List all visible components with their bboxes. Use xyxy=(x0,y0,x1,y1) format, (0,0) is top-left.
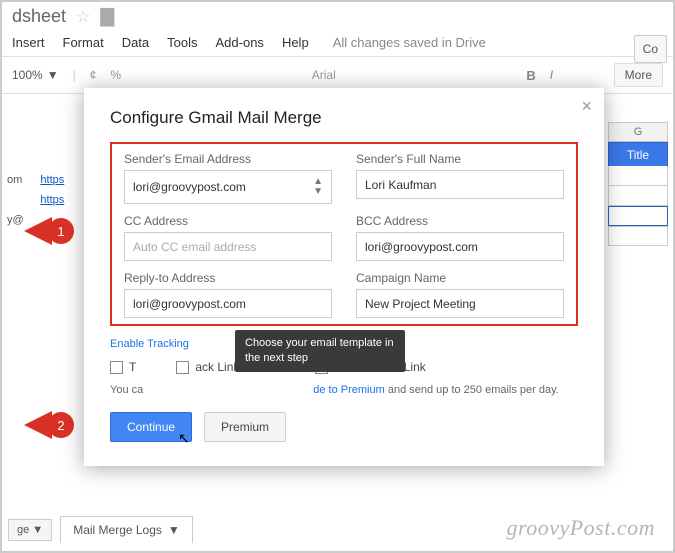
track-clicks-checkbox[interactable] xyxy=(176,361,189,374)
menu-data[interactable]: Data xyxy=(122,35,149,50)
menu-format[interactable]: Format xyxy=(63,35,104,50)
chevron-updown-icon: ▲▼ xyxy=(313,177,323,197)
menu-tools[interactable]: Tools xyxy=(167,35,197,50)
callout-1: 1 xyxy=(24,217,74,245)
doc-title[interactable]: dsheet xyxy=(12,6,66,27)
cell[interactable] xyxy=(608,226,668,246)
sender-email-label: Sender's Email Address xyxy=(124,152,332,166)
cc-label: CC Address xyxy=(124,214,332,228)
watermark: groovyPost.com xyxy=(506,515,655,541)
menu-bar: Insert Format Data Tools Add-ons Help Al… xyxy=(2,27,673,57)
title-column-header: Title xyxy=(608,142,668,168)
selected-cell[interactable] xyxy=(608,206,668,226)
track-opens-checkbox[interactable] xyxy=(110,361,123,374)
cell-link[interactable]: https xyxy=(40,194,64,206)
cursor-icon: ↖ xyxy=(178,430,190,447)
percent-icon[interactable]: % xyxy=(110,68,121,82)
cell-text: om xyxy=(7,174,22,186)
premium-button[interactable]: Premium xyxy=(204,412,286,442)
bold-button[interactable]: B xyxy=(526,68,535,83)
currency-icon[interactable]: ¢ xyxy=(90,68,97,82)
comments-button[interactable]: Co xyxy=(634,35,667,63)
cell[interactable] xyxy=(608,186,668,206)
reply-to-label: Reply-to Address xyxy=(124,271,332,285)
font-select[interactable]: Arial xyxy=(312,68,336,82)
italic-button[interactable]: I xyxy=(550,68,553,82)
star-icon[interactable]: ☆ xyxy=(76,7,90,27)
highlighted-fields: Sender's Email Address lori@groovypost.c… xyxy=(110,142,578,326)
bcc-label: BCC Address xyxy=(356,214,564,228)
sender-name-label: Sender's Full Name xyxy=(356,152,564,166)
sheet-menu-button[interactable]: ge ▼ xyxy=(8,519,52,541)
sender-name-input[interactable] xyxy=(356,170,564,199)
upgrade-premium-link[interactable]: de to Premium xyxy=(313,384,385,396)
menu-insert[interactable]: Insert xyxy=(12,35,45,50)
configure-mail-merge-dialog: × Configure Gmail Mail Merge Sender's Em… xyxy=(84,88,604,466)
zoom-select[interactable]: 100%▼ xyxy=(12,68,59,82)
menu-addons[interactable]: Add-ons xyxy=(216,35,264,50)
cell-text: y@ xyxy=(7,214,24,226)
chevron-down-icon: ▼ xyxy=(168,523,180,537)
dialog-title: Configure Gmail Mail Merge xyxy=(110,108,578,128)
callout-2: 2 xyxy=(24,411,74,439)
checkbox-label: T xyxy=(129,360,136,374)
cell[interactable] xyxy=(608,166,668,186)
sender-email-select[interactable]: lori@groovypost.com ▲▼ xyxy=(124,170,332,204)
campaign-name-label: Campaign Name xyxy=(356,271,564,285)
more-button[interactable]: More xyxy=(614,63,663,87)
bcc-input[interactable] xyxy=(356,232,564,261)
sheet-tab[interactable]: Mail Merge Logs▼ xyxy=(60,516,193,543)
cc-input[interactable] xyxy=(124,232,332,261)
cell-link[interactable]: https xyxy=(40,174,64,186)
upgrade-text: You cade to Premium and send up to 250 e… xyxy=(110,384,578,396)
menu-help[interactable]: Help xyxy=(282,35,309,50)
folder-icon[interactable]: ▇ xyxy=(100,6,114,27)
continue-tooltip: Choose your email template in the next s… xyxy=(235,330,405,372)
campaign-name-input[interactable] xyxy=(356,289,564,318)
close-icon[interactable]: × xyxy=(581,96,592,117)
save-status: All changes saved in Drive xyxy=(333,35,486,50)
column-header-g[interactable]: G xyxy=(608,122,668,142)
reply-to-input[interactable] xyxy=(124,289,332,318)
